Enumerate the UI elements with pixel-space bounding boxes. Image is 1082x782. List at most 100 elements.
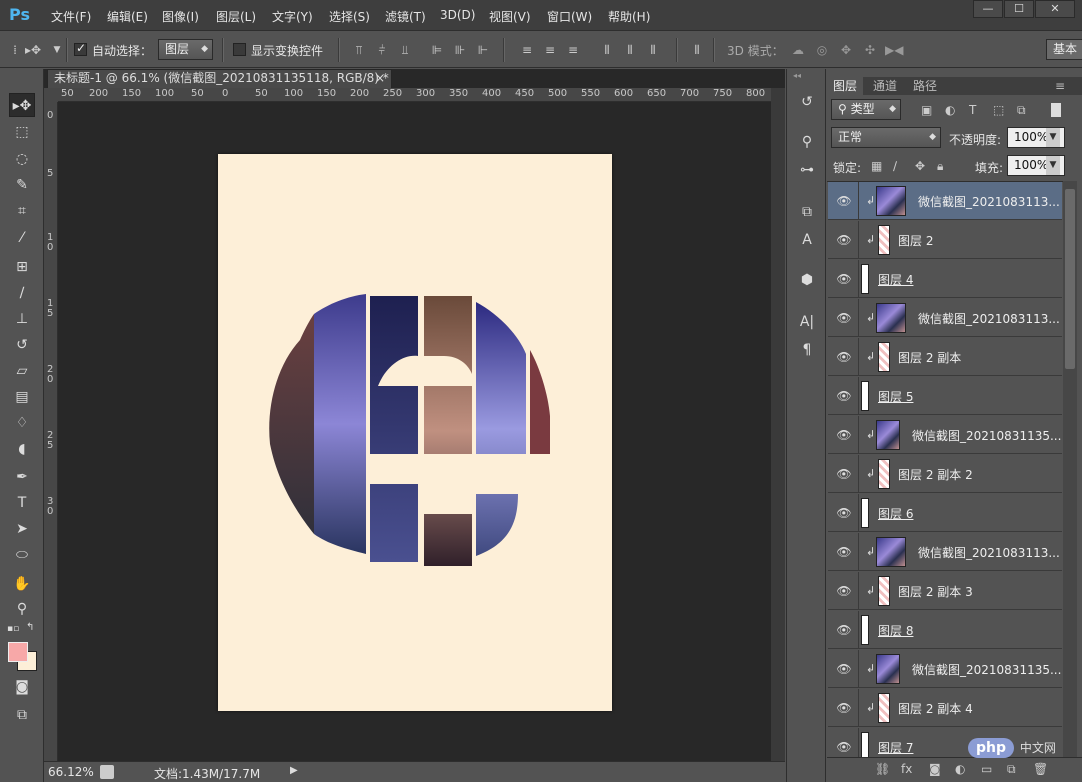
document-canvas[interactable] <box>218 154 612 711</box>
distribute-left-icon[interactable]: ⦀ <box>598 41 616 59</box>
layer-name[interactable]: 图层 2 副本 <box>898 349 961 366</box>
align-bottom-icon[interactable]: ⫫ <box>396 41 414 59</box>
fill-slider-arrow-icon[interactable]: ▼ <box>1046 156 1060 175</box>
lock-transparent-icon[interactable]: ▦ <box>871 159 882 173</box>
layer-name[interactable]: 图层 8 <box>878 622 913 639</box>
3d-slide-icon[interactable]: ✣ <box>861 41 879 59</box>
layer-name[interactable]: 图层 2 副本 2 <box>898 466 973 483</box>
visibility-eye-icon[interactable]: 👁︎ <box>832 271 856 287</box>
panel-menu-icon[interactable]: ≡ <box>1055 77 1065 95</box>
layer-name[interactable]: 图层 2 副本 4 <box>898 700 973 717</box>
add-mask-icon[interactable]: ◙ <box>929 762 941 776</box>
visibility-eye-icon[interactable]: 👁︎ <box>832 388 856 404</box>
preset-dropdown-arrow-icon[interactable]: ▼ <box>48 41 66 59</box>
move-tool-icon[interactable]: ▸✥ <box>9 93 35 117</box>
layers-scrollbar[interactable] <box>1063 181 1077 759</box>
foreground-color-swatch[interactable] <box>8 642 28 662</box>
zoom-level[interactable]: 66.12% <box>48 765 94 779</box>
default-colors-icon[interactable]: ▪▫ <box>7 624 19 634</box>
marquee-tool-icon[interactable]: ⬚ <box>9 120 35 144</box>
eraser-tool-icon[interactable]: ▱ <box>9 359 35 383</box>
layer-name[interactable]: 图层 6 <box>878 505 913 522</box>
menu-type[interactable]: 文字(Y) <box>272 8 313 25</box>
menu-edit[interactable]: 编辑(E) <box>107 8 148 25</box>
menu-layer[interactable]: 图层(L) <box>216 8 256 25</box>
quick-select-tool-icon[interactable]: ✎ <box>9 173 35 197</box>
show-transform-checkbox[interactable] <box>233 43 246 56</box>
vertical-ruler[interactable]: 0 5 1 0 1 5 2 0 2 5 3 0 <box>44 102 58 761</box>
3d-pan-icon[interactable]: ✥ <box>837 41 855 59</box>
screen-mode-icon[interactable]: ⧉ <box>9 703 35 727</box>
document-tab[interactable]: 未标题-1 @ 66.1% (微信截图_20210831135118, RGB/… <box>47 69 392 88</box>
clone-stamp-tool-icon[interactable]: ⊥ <box>9 307 35 331</box>
menu-view[interactable]: 视图(V) <box>489 8 531 25</box>
lasso-tool-icon[interactable]: ◌ <box>9 147 35 171</box>
eyedropper-tool-icon[interactable]: ⁄ <box>9 226 35 250</box>
minimize-button[interactable]: — <box>973 0 1003 18</box>
brush-tool-icon[interactable]: ∕ <box>9 281 35 305</box>
opacity-slider-arrow-icon[interactable]: ▼ <box>1046 128 1060 147</box>
distribute-top-icon[interactable]: ≡ <box>518 41 536 59</box>
maximize-button[interactable]: ☐ <box>1004 0 1034 18</box>
layer-name[interactable]: 微信截图_20210831135... <box>912 427 1061 444</box>
visibility-eye-icon[interactable]: 👁︎ <box>832 427 856 443</box>
filter-pixel-icon[interactable]: ▣ <box>921 103 932 117</box>
distribute-vcenter-icon[interactable]: ≡ <box>541 41 559 59</box>
gradient-tool-icon[interactable]: ▤ <box>9 385 35 409</box>
visibility-eye-icon[interactable]: 👁︎ <box>832 466 856 482</box>
new-group-icon[interactable]: ▭ <box>981 762 992 776</box>
fill-input[interactable]: 100% ▼ <box>1007 155 1065 176</box>
layer-filter-dropdown[interactable]: ⚲ 类型 ◆ <box>831 99 901 120</box>
move-tool-preset-icon[interactable]: ▸✥ <box>24 41 42 59</box>
link-layers-icon[interactable]: ⛓ <box>875 762 890 776</box>
type-tool-icon[interactable]: T <box>9 491 35 515</box>
3d-rotate-icon[interactable]: ☁ <box>789 41 807 59</box>
layer-name[interactable]: 图层 2 副本 3 <box>898 583 973 600</box>
filter-type-icon[interactable]: T <box>969 103 976 117</box>
path-select-tool-icon[interactable]: ➤ <box>9 517 35 541</box>
hand-tool-icon[interactable]: ✋ <box>9 572 35 596</box>
3d-scale-icon[interactable]: ▶◀ <box>885 41 903 59</box>
visibility-eye-icon[interactable]: 👁︎ <box>832 232 856 248</box>
brush-presets-panel-icon[interactable]: ⊶ <box>796 159 818 181</box>
status-menu-arrow-icon[interactable]: ▶ <box>290 765 298 776</box>
layer-row[interactable]: 👁︎ ↲ 微信截图_2021083113... <box>828 182 1062 220</box>
delete-layer-icon[interactable]: 🗑︎ <box>1033 762 1048 776</box>
distribute-bottom-icon[interactable]: ≡ <box>564 41 582 59</box>
share-icon[interactable] <box>100 765 114 779</box>
character-styles-panel-icon[interactable]: A <box>796 229 818 251</box>
auto-select-checkbox[interactable] <box>74 41 87 56</box>
distribute-hcenter-icon[interactable]: ⦀ <box>621 41 639 59</box>
layer-row[interactable]: 👁︎ 图层 5 <box>828 377 1062 415</box>
menu-select[interactable]: 选择(S) <box>329 8 370 25</box>
visibility-eye-icon[interactable]: 👁︎ <box>832 700 856 716</box>
close-tab-icon[interactable]: × <box>375 70 385 87</box>
layer-row[interactable]: 👁︎ ↲ 图层 2 <box>828 221 1062 259</box>
tab-layers[interactable]: 图层 <box>827 77 864 95</box>
swap-colors-icon[interactable]: ↰ <box>26 622 34 633</box>
menu-file[interactable]: 文件(F) <box>51 8 91 25</box>
layer-name[interactable]: 微信截图_2021083113... <box>918 310 1060 327</box>
visibility-eye-icon[interactable]: 👁︎ <box>832 193 856 209</box>
dodge-tool-icon[interactable]: ◖ <box>9 437 35 461</box>
layer-row[interactable]: 👁︎ 图层 4 <box>828 260 1062 298</box>
menu-image[interactable]: 图像(I) <box>162 8 199 25</box>
align-top-icon[interactable]: ⫪ <box>350 41 368 59</box>
lock-image-icon[interactable]: ∕ <box>893 159 897 173</box>
align-right-icon[interactable]: ⊩ <box>474 41 492 59</box>
crop-tool-icon[interactable]: ⌗ <box>9 199 35 223</box>
history-panel-icon[interactable]: ↺ <box>796 91 818 113</box>
visibility-eye-icon[interactable]: 👁︎ <box>832 583 856 599</box>
layer-row[interactable]: 👁︎ ↲ 图层 2 副本 4 <box>828 689 1062 727</box>
layer-name[interactable]: 微信截图_2021083113... <box>918 193 1060 210</box>
align-left-icon[interactable]: ⊫ <box>428 41 446 59</box>
auto-align-icon[interactable]: ⦀ <box>688 41 706 59</box>
layer-row[interactable]: 👁︎ 图层 6 <box>828 494 1062 532</box>
ellipse-tool-icon[interactable]: ⬭ <box>9 543 35 567</box>
layer-name[interactable]: 图层 7 <box>878 739 913 756</box>
visibility-eye-icon[interactable]: 👁︎ <box>832 661 856 677</box>
3d-panel-icon[interactable]: ⬢ <box>796 269 818 291</box>
clone-source-panel-icon[interactable]: ⧉ <box>796 201 818 223</box>
layer-style-fx-icon[interactable]: fx <box>901 762 912 776</box>
menu-filter[interactable]: 滤镜(T) <box>385 8 426 25</box>
